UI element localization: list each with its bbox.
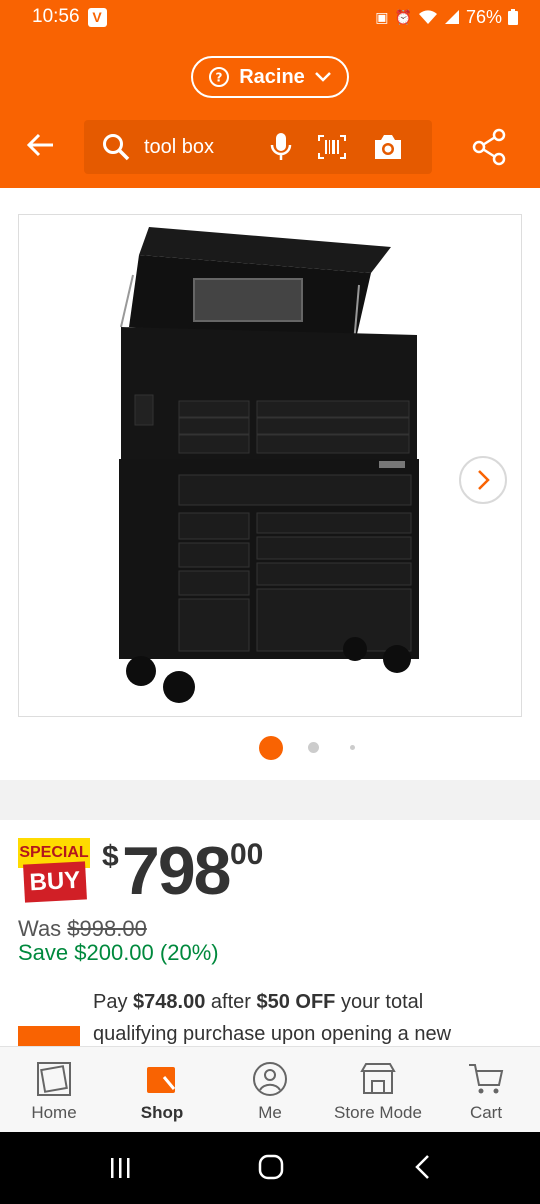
battery-icon — [508, 9, 518, 25]
promo-discount: $50 OFF — [256, 991, 336, 1013]
nav-store-mode[interactable]: Store Mode — [324, 1047, 432, 1133]
nav-label: Home — [31, 1103, 77, 1122]
search-bar[interactable]: tool box — [84, 120, 432, 174]
microphone-icon[interactable] — [270, 132, 292, 162]
clock: 10:56 — [32, 6, 80, 27]
search-input[interactable]: tool box — [144, 136, 244, 159]
store-pin-icon: ? — [209, 67, 230, 87]
search-icon — [103, 134, 130, 161]
credit-card-promo[interactable]: Pay $748.00 after $50 OFF your total qua… — [93, 986, 523, 1050]
nav-label: Store Mode — [334, 1103, 422, 1122]
shop-bag-icon — [147, 1067, 176, 1093]
system-back-icon[interactable] — [412, 1154, 432, 1180]
gallery-dot-active[interactable] — [259, 736, 283, 760]
nav-shop[interactable]: Shop — [108, 1047, 216, 1133]
alarm-icon: ⏰ — [394, 8, 412, 25]
bottom-nav: Home Shop Me Store Mode Cart — [0, 1046, 540, 1132]
price-dollars: 798 — [122, 833, 231, 909]
promo-line1-rest: your total — [340, 991, 424, 1013]
gallery-dot[interactable] — [308, 742, 319, 753]
savings-text: Save $200.00 (20%) — [18, 940, 219, 965]
back-arrow-icon[interactable] — [26, 130, 56, 160]
was-label: Was — [18, 916, 62, 941]
wifi-icon — [418, 10, 437, 24]
chevron-right-icon — [478, 470, 490, 490]
promo-line2: qualifying purchase upon opening a new — [93, 1023, 452, 1045]
nav-home[interactable]: Home — [0, 1047, 108, 1133]
recent-apps-icon[interactable] — [108, 1156, 132, 1180]
nav-label: Me — [258, 1103, 282, 1122]
nav-cart[interactable]: Cart — [432, 1047, 540, 1133]
promo-pay: Pay — [93, 991, 128, 1013]
nav-label: Cart — [469, 1103, 503, 1122]
chevron-down-icon — [314, 72, 331, 82]
store-name: Racine — [239, 65, 305, 88]
status-bar: 10:56 V ▣ ⏰ 76% — [0, 0, 540, 34]
person-icon — [253, 1062, 287, 1096]
credit-card-image — [18, 1026, 80, 1048]
sim-icon: ▣ — [375, 8, 389, 25]
store-selector-button[interactable]: ? Racine — [191, 56, 349, 98]
section-divider — [0, 780, 540, 820]
battery-level: 76% — [465, 6, 502, 27]
system-nav-bar — [0, 1132, 540, 1204]
app-header: ? Racine tool box — [0, 34, 540, 188]
gallery-dot[interactable] — [350, 745, 355, 750]
nav-label: Shop — [140, 1103, 184, 1122]
nav-me[interactable]: Me — [216, 1047, 324, 1133]
price-currency: $ — [102, 840, 119, 873]
promo-amount: $748.00 — [133, 991, 206, 1013]
gallery-next-button[interactable] — [459, 456, 507, 504]
badge-buy-text: BUY — [23, 861, 87, 903]
product-image-gallery[interactable] — [18, 214, 522, 717]
share-icon[interactable] — [472, 128, 506, 166]
promo-after: after — [210, 991, 251, 1013]
was-price-line: Was $998.00 — [18, 916, 147, 942]
special-buy-badge: SPECIAL BUY — [18, 838, 90, 903]
store-icon — [360, 1063, 396, 1094]
cart-icon — [469, 1064, 504, 1094]
home-depot-logo-icon — [37, 1062, 71, 1096]
status-icons: ▣ ⏰ 76% — [375, 7, 518, 28]
product-image — [119, 227, 419, 703]
svg-text:?: ? — [216, 71, 223, 85]
was-price: $998.00 — [67, 916, 147, 941]
barcode-scan-icon[interactable] — [318, 135, 346, 159]
home-button-icon[interactable] — [258, 1154, 284, 1180]
price-cents: 00 — [230, 838, 264, 871]
vpn-icon: V — [87, 7, 107, 27]
camera-icon[interactable] — [372, 133, 404, 161]
signal-icon — [444, 10, 459, 24]
